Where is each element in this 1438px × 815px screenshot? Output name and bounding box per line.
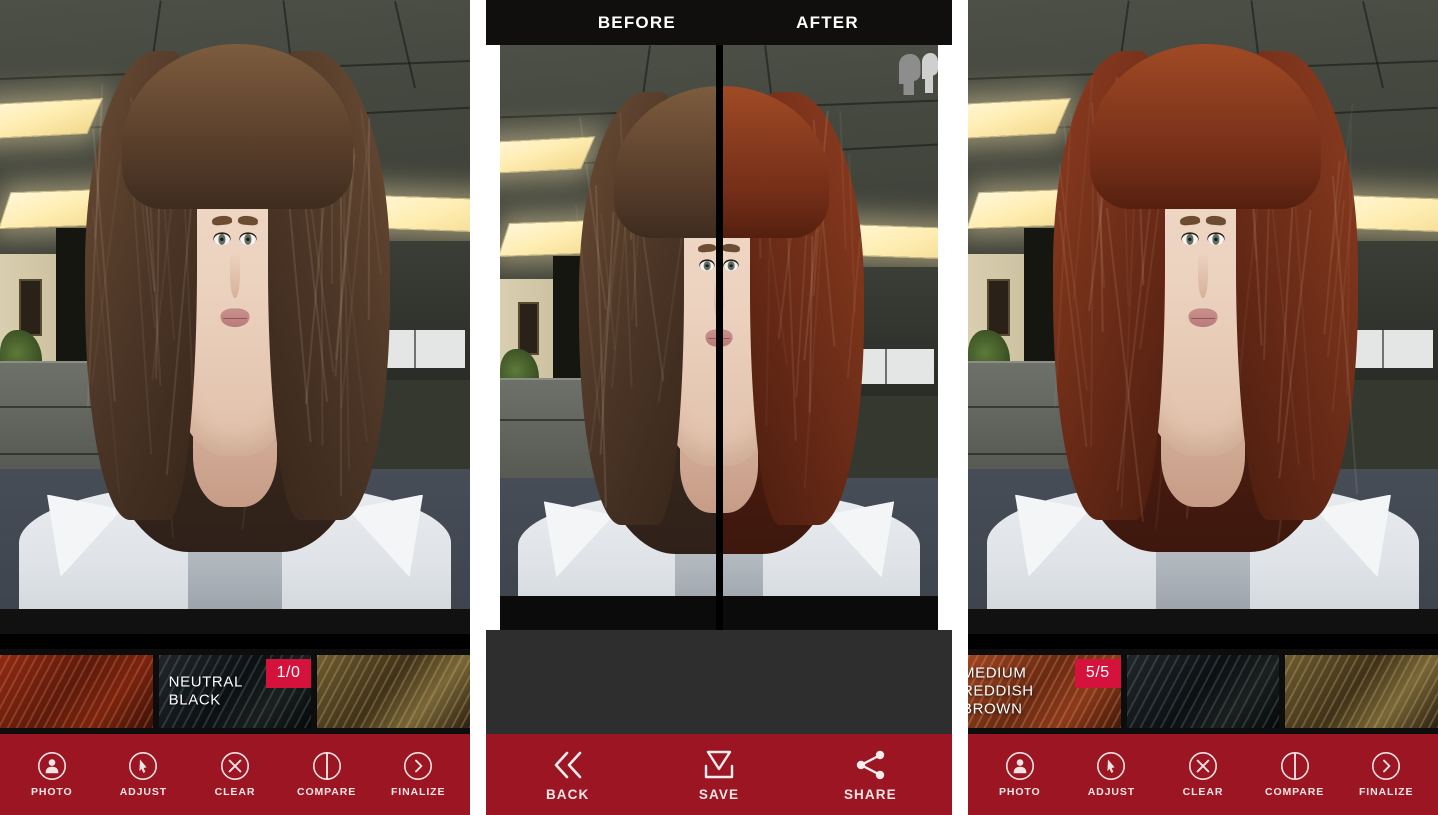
download-tray-icon: [698, 748, 740, 782]
panel-editor-after: 5/5 MEDIUM REDDISH BROWN PHOTO: [968, 0, 1438, 815]
clear-button-label: CLEAR: [215, 786, 256, 798]
screenshot-triptych: 1/0 NEUTRAL BLACK PHOTO: [0, 0, 1438, 815]
swatch-strip-left[interactable]: 1/0 NEUTRAL BLACK: [0, 649, 470, 734]
panel-compare-view: BEFORE AFTER: [486, 0, 952, 815]
swatch-strip-right[interactable]: 5/5 MEDIUM REDDISH BROWN: [968, 649, 1438, 734]
before-label: BEFORE: [598, 13, 676, 33]
eyebrow: [1206, 215, 1226, 225]
finalize-button-label: FINALIZE: [1359, 786, 1413, 798]
swatch-shade-badge: 1/0: [266, 659, 312, 688]
panel-editor-before: 1/0 NEUTRAL BLACK PHOTO: [0, 0, 470, 815]
finalize-button-label: FINALIZE: [391, 786, 445, 798]
swatch-name-label: MEDIUM REDDISH BROWN: [968, 664, 1034, 719]
swatch-shade-badge: 5/5: [1075, 659, 1121, 688]
hair-strand: [1106, 207, 1144, 522]
compare-photo-viewport[interactable]: [500, 45, 938, 630]
person-circle-icon: [37, 751, 67, 781]
hair-strand: [839, 111, 846, 250]
compare-button-label: COMPARE: [1265, 786, 1324, 798]
two-heads-silhouette-icon[interactable]: [890, 52, 938, 96]
split-circle-icon: [312, 751, 342, 781]
eye: [240, 234, 256, 245]
subject-portrait: [0, 0, 470, 634]
hair-strand: [1058, 163, 1087, 391]
after-half: [719, 45, 938, 630]
clear-button[interactable]: CLEAR: [189, 751, 281, 798]
hair-strand: [1090, 184, 1093, 447]
chevron-right-circle-icon: [403, 751, 433, 781]
clear-button[interactable]: CLEAR: [1157, 751, 1249, 798]
before-half: [500, 45, 719, 630]
compare-split-divider[interactable]: [716, 45, 723, 630]
toolbar-right: PHOTO ADJUST CLEAR: [968, 734, 1438, 815]
swatch-dark-golden-brown[interactable]: [1285, 655, 1438, 728]
empty-gray-area: [486, 630, 952, 734]
share-button-label: SHARE: [844, 787, 897, 802]
hair-strand: [1058, 210, 1087, 447]
eye: [1208, 234, 1224, 245]
hair-strand: [368, 118, 370, 320]
save-button-label: SAVE: [699, 787, 739, 802]
double-chevron-left-icon: [547, 748, 589, 782]
person-circle-icon: [1005, 751, 1035, 781]
panel-divider: [952, 0, 968, 815]
compare-button[interactable]: COMPARE: [1249, 751, 1341, 798]
hand-pointer-circle-icon: [1096, 751, 1126, 781]
compare-button[interactable]: COMPARE: [281, 751, 373, 798]
compare-header: BEFORE AFTER: [486, 0, 952, 45]
photo-button-label: PHOTO: [31, 786, 73, 798]
hair-strand: [92, 129, 115, 402]
photo-viewport-left[interactable]: [0, 0, 470, 634]
subject-portrait: [968, 0, 1438, 634]
after-label: AFTER: [796, 13, 859, 33]
eye: [214, 234, 230, 245]
x-circle-icon: [220, 751, 250, 781]
swatch-neutral-black[interactable]: [1127, 655, 1280, 728]
lips: [221, 310, 249, 327]
hand-pointer-circle-icon: [128, 751, 158, 781]
eyebrow: [238, 215, 258, 225]
eyebrow: [212, 215, 232, 225]
photo-side-margin: [486, 45, 500, 630]
adjust-button[interactable]: ADJUST: [98, 751, 190, 798]
share-nodes-icon: [849, 748, 891, 782]
toolbar-left: PHOTO ADJUST CLEAR: [0, 734, 470, 815]
clear-button-label: CLEAR: [1183, 786, 1224, 798]
photo-viewport-right[interactable]: [968, 0, 1438, 634]
photo-side-margin: [938, 45, 952, 630]
swatch-copper-red[interactable]: [0, 655, 153, 728]
hair-strand: [1332, 176, 1358, 495]
hair-strand: [847, 237, 861, 378]
swatch-name-label: NEUTRAL BLACK: [169, 673, 243, 710]
finalize-button[interactable]: FINALIZE: [1340, 751, 1432, 798]
nose: [230, 252, 240, 298]
compare-button-label: COMPARE: [297, 786, 356, 798]
adjust-button[interactable]: ADJUST: [1066, 751, 1158, 798]
chevron-right-circle-icon: [1371, 751, 1401, 781]
nose: [1198, 252, 1208, 298]
x-circle-icon: [1188, 751, 1218, 781]
swatch-dark-golden-brown[interactable]: [317, 655, 470, 728]
lips: [1189, 310, 1217, 327]
finalize-button[interactable]: FINALIZE: [372, 751, 464, 798]
photo-button[interactable]: PHOTO: [6, 751, 98, 798]
share-button[interactable]: SHARE: [795, 748, 946, 802]
eye: [1182, 234, 1198, 245]
photo-button[interactable]: PHOTO: [974, 751, 1066, 798]
toolbar-middle: BACK SAVE: [486, 734, 952, 815]
swatch-neutral-black[interactable]: 1/0 NEUTRAL BLACK: [159, 655, 312, 728]
back-button-label: BACK: [546, 787, 589, 802]
back-button[interactable]: BACK: [492, 748, 643, 802]
hair-strand: [1073, 74, 1094, 301]
panel-divider: [470, 0, 486, 815]
photo-button-label: PHOTO: [999, 786, 1041, 798]
adjust-button-label: ADJUST: [1088, 786, 1135, 798]
swatch-medium-reddish-brown[interactable]: 5/5 MEDIUM REDDISH BROWN: [968, 655, 1121, 728]
save-button[interactable]: SAVE: [643, 748, 794, 802]
eyebrow: [1180, 215, 1200, 225]
split-circle-icon: [1280, 751, 1310, 781]
adjust-button-label: ADJUST: [120, 786, 167, 798]
